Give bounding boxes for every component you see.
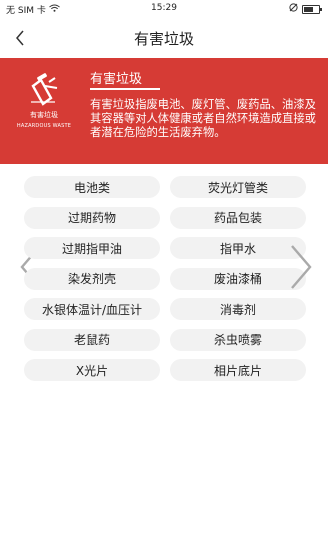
waste-item[interactable]: 水银体温计/血压计 xyxy=(24,298,160,320)
hazardous-battery-icon xyxy=(31,73,58,106)
next-category-button[interactable] xyxy=(288,244,314,290)
waste-item[interactable]: 杀虫喷雾 xyxy=(170,328,306,351)
alarm-icon xyxy=(289,3,298,15)
waste-item[interactable]: 荧光灯管类 xyxy=(170,176,306,198)
waste-item[interactable]: 相片底片 xyxy=(170,359,306,381)
banner-title: 有害垃圾 xyxy=(90,72,143,87)
waste-item[interactable]: 过期药物 xyxy=(24,206,160,229)
waste-item[interactable]: 染发剂壳 xyxy=(24,267,160,290)
waste-item[interactable]: X光片 xyxy=(24,359,160,381)
waste-item[interactable]: 过期指甲油 xyxy=(24,237,160,259)
waste-item[interactable]: 老鼠药 xyxy=(24,328,160,351)
status-bar-right xyxy=(289,3,322,15)
waste-item[interactable]: 消毒剂 xyxy=(170,298,306,320)
title-underline xyxy=(90,88,160,90)
chevron-right-icon xyxy=(291,245,312,289)
waste-item-grid: 电池类 荧光灯管类 过期药物 药品包装 过期指甲油 指甲水 染发剂壳 废油漆桶 … xyxy=(24,176,306,381)
battery-icon xyxy=(302,4,322,14)
logo-label-cn: 有害垃圾 xyxy=(30,111,58,119)
waste-item[interactable]: 药品包装 xyxy=(170,206,306,229)
nav-bar: 有害垃圾 xyxy=(0,18,328,58)
waste-item[interactable]: 指甲水 xyxy=(170,237,306,259)
page-title: 有害垃圾 xyxy=(133,30,194,48)
banner-description: 有害垃圾指废电池、废灯管、废药品、油漆及其容器等对人体健康或者自然环境造成直接或… xyxy=(90,98,316,139)
category-banner: 有害垃圾 HAZARDOUS WASTE 有害垃圾 有害垃圾指废电池、废灯管、废… xyxy=(0,58,328,164)
waste-item[interactable]: 电池类 xyxy=(24,176,160,198)
hazardous-waste-logo: 有害垃圾 HAZARDOUS WASTE xyxy=(14,72,74,152)
waste-item[interactable]: 废油漆桶 xyxy=(170,267,306,290)
status-bar-time: 15:29 xyxy=(151,3,177,13)
logo-label-en: HAZARDOUS WASTE xyxy=(16,123,72,129)
status-bar: 无 SIM 卡 15:29 xyxy=(0,0,328,18)
